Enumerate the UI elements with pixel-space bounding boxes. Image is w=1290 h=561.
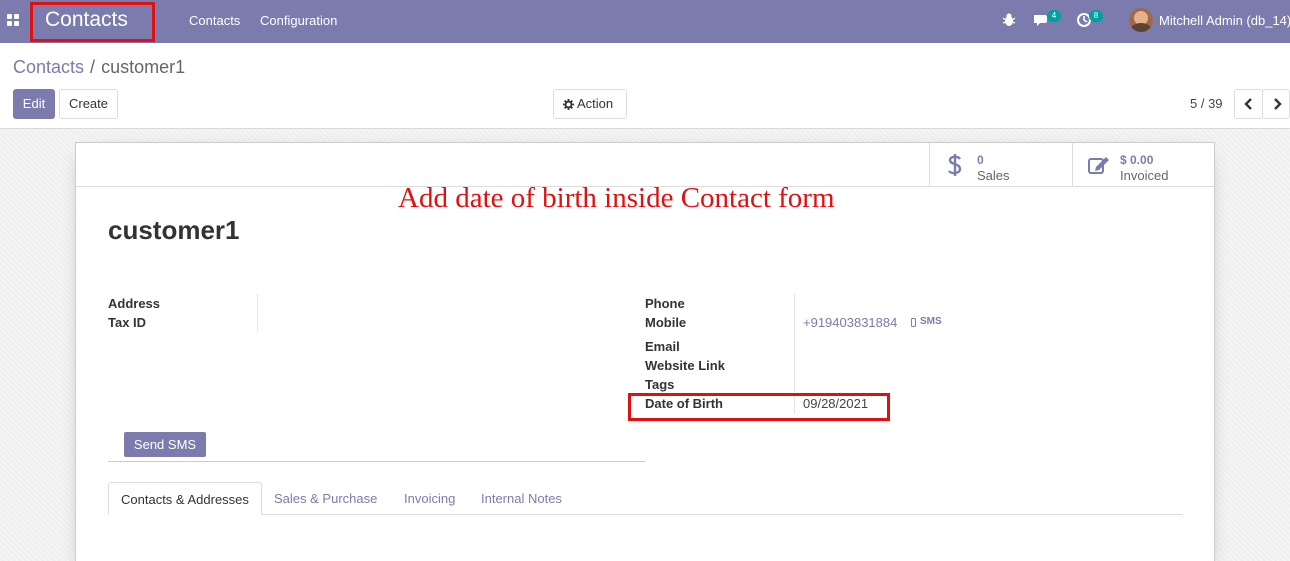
dollar-icon [948,154,962,176]
contact-name: customer1 [108,215,240,245]
email-label: Email [645,339,680,354]
tax-id-label: Tax ID [108,315,147,330]
breadcrumb-separator: / [90,57,96,77]
action-button[interactable]: Action [553,89,627,119]
website-label: Website Link [645,358,725,373]
user-menu[interactable]: Mitchell Admin (db_14) [1159,13,1290,28]
chevron-left-icon [1244,98,1252,110]
messages-count-badge: 4 [1047,10,1061,22]
app-brand[interactable]: Contacts [45,8,128,32]
sales-value: 0 [977,153,984,167]
form-separator [108,461,645,462]
mobile-label: Mobile [645,315,687,330]
edit-invoice-icon [1088,157,1109,174]
send-sms-button[interactable]: Send SMS [124,432,206,457]
mobile-phone-icon [911,318,916,327]
menu-contacts[interactable]: Contacts [189,13,240,28]
create-button[interactable]: Create [59,89,118,119]
activity-count-badge: 8 [1089,10,1103,22]
apps-menu-icon[interactable] [7,14,19,26]
user-avatar[interactable] [1129,8,1153,32]
address-label: Address [108,296,161,311]
pager-previous-button[interactable] [1234,89,1263,119]
phone-label: Phone [645,296,685,311]
breadcrumb-contacts[interactable]: Contacts [13,57,84,77]
breadcrumb-current: customer1 [101,57,186,77]
invoiced-value: $ 0.00 [1120,153,1154,167]
date-of-birth-highlight-box [628,393,890,421]
tab-internal-notes[interactable]: Internal Notes [469,482,574,515]
tab-invoicing[interactable]: Invoicing [392,482,467,515]
sales-smart-button[interactable]: 0 Sales [929,143,1072,187]
breadcrumb: Contacts / customer1 [13,57,185,78]
invoiced-label: Invoiced [1120,168,1169,183]
tab-sales-purchase[interactable]: Sales & Purchase [262,482,389,515]
edit-button[interactable]: Edit [13,89,55,119]
debug-bug-icon[interactable] [1001,12,1017,28]
tab-contacts-addresses[interactable]: Contacts & Addresses [108,482,262,515]
top-navbar: Contacts Contacts Configuration 4 8 Mitc… [0,0,1290,43]
gear-icon [563,99,574,110]
annotation-caption: Add date of birth inside Contact form [398,182,835,214]
tags-label: Tags [645,377,675,392]
chevron-right-icon [1274,98,1282,110]
action-label: Action [577,96,614,111]
pager-value: 5 / 39 [1190,96,1223,111]
sales-label: Sales [977,168,1010,183]
left-group-divider [257,294,258,332]
menu-configuration[interactable]: Configuration [260,13,337,28]
invoiced-smart-button[interactable]: $ 0.00 Invoiced [1072,143,1214,187]
sms-link[interactable]: SMS [920,316,942,327]
pager-next-button[interactable] [1262,89,1290,119]
mobile-value[interactable]: +919403831884 [803,315,897,330]
smart-button-box: 0 Sales $ 0.00 Invoiced [76,143,1214,187]
